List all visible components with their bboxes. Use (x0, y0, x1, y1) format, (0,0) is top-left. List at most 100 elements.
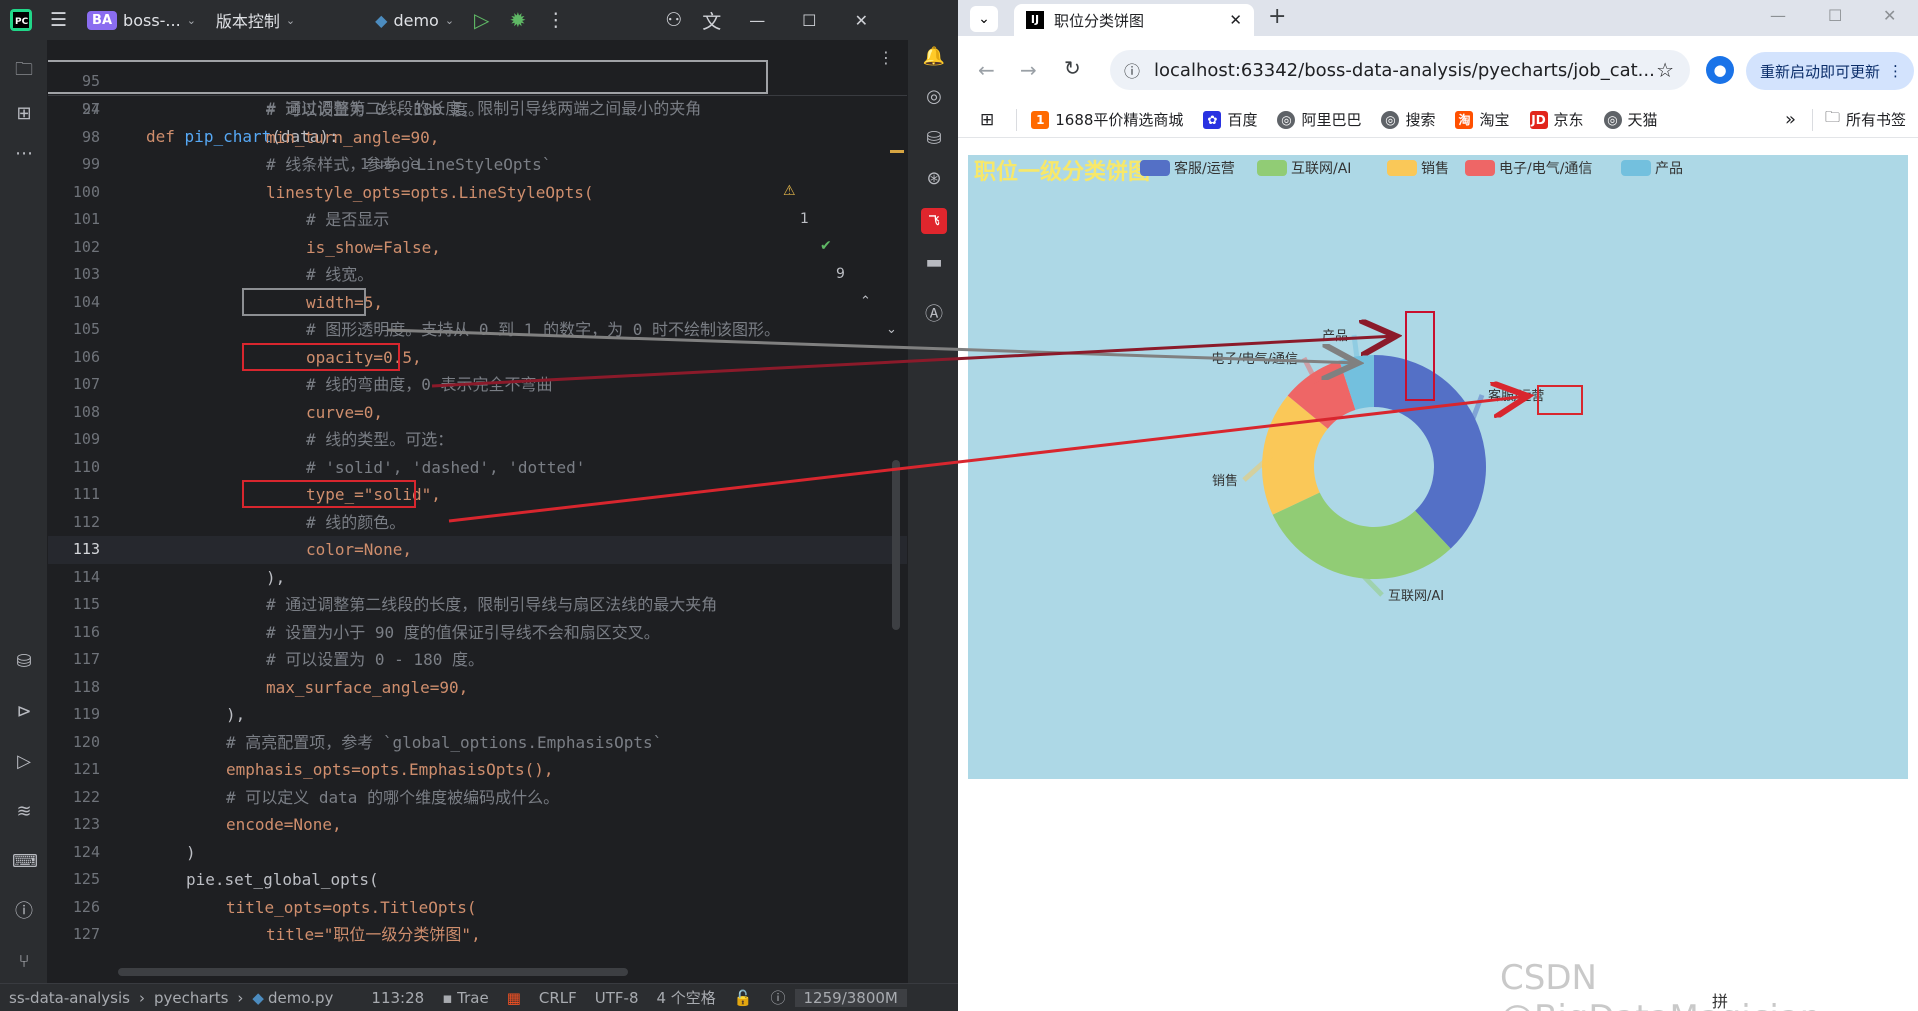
line-number: 103 (72, 265, 100, 283)
more-horizontal-icon[interactable]: ⋯ (12, 142, 36, 166)
layers-icon[interactable]: ≋ (12, 800, 36, 824)
ide-logo[interactable]: PC (0, 0, 40, 40)
info-icon[interactable]: ⓘ (762, 987, 795, 1008)
translate-button[interactable]: 文 (692, 0, 731, 40)
main-menu-button[interactable]: ☰ (40, 0, 77, 40)
translate-panel-icon[interactable]: Ⓐ (921, 302, 947, 328)
add-collaborator-button[interactable]: ⚇ (655, 0, 692, 40)
horizontal-scrollbar[interactable] (118, 968, 628, 976)
close-icon[interactable]: ✕ (1883, 6, 1896, 25)
run-config-selector[interactable]: ◆ demo ⌄ (365, 0, 464, 40)
legend-swatch[interactable] (1465, 160, 1495, 176)
reload-icon[interactable]: ↻ (1064, 56, 1081, 80)
bookmark-1688[interactable]: 1 1688平价精选商城 (1031, 109, 1183, 130)
code-line: 115 # 通过调整第二线段的长度，限制引导线与扇区法线的最大夹角 (48, 591, 907, 619)
bookmark-taobao[interactable]: 淘淘宝 (1455, 109, 1510, 130)
editor-more-icon[interactable]: ⋮ (878, 48, 894, 67)
code-text: ) (186, 842, 196, 862)
vcs-menu[interactable]: 版本控制 ⌄ (206, 0, 305, 40)
run-panel-icon[interactable]: ▷ (12, 750, 36, 774)
database-icon[interactable]: ⛁ (921, 126, 947, 152)
chevron-down-icon: ⌄ (186, 13, 196, 27)
folder-icon[interactable]: 🗀 (12, 58, 36, 82)
code-text: emphasis_opts=opts.EmphasisOpts(), (226, 760, 554, 779)
python-console-icon[interactable]: ⊛ (921, 166, 947, 192)
problems-icon[interactable]: ⓘ (12, 900, 36, 924)
chevron-double-right-icon[interactable]: » (1785, 109, 1796, 130)
terminal-icon[interactable]: ⌨ (12, 850, 38, 874)
forward-icon[interactable]: → (1020, 58, 1037, 82)
legend-swatch[interactable] (1257, 160, 1287, 176)
new-tab-icon[interactable]: + (1268, 4, 1286, 29)
project-name: boss-... (123, 10, 181, 30)
maximize-button[interactable]: ☐ (783, 0, 835, 40)
star-icon[interactable]: ☆ (1656, 58, 1674, 82)
maximize-icon[interactable]: ☐ (1828, 6, 1842, 25)
legend-label[interactable]: 电子/电气/通信 (1499, 161, 1592, 177)
breadcrumb-project[interactable]: ss-data-analysis (0, 989, 139, 1007)
ai-assistant-icon[interactable]: ◎ (921, 84, 947, 110)
legend-label[interactable]: 产品 (1655, 161, 1683, 177)
project-switcher[interactable]: BA boss-... ⌄ (77, 0, 206, 40)
legend-swatch[interactable] (1621, 160, 1651, 176)
structure-icon[interactable]: ⊞ (12, 102, 36, 126)
git-icon[interactable]: ⑂ (12, 950, 36, 974)
line-number: 120 (72, 732, 100, 751)
caret-position[interactable]: 113:28 (362, 989, 433, 1007)
bookmark-alibaba[interactable]: ◎ 阿里巴巴 (1277, 109, 1361, 130)
ime-indicator[interactable]: 拼 (1712, 988, 1728, 1011)
bookmark-search[interactable]: ◎ 搜索 (1381, 109, 1435, 130)
code-line: 100 linestyle_opts=opts.LineStyleOpts( (48, 179, 907, 207)
bookmark-jd[interactable]: JD 京东 (1529, 109, 1584, 130)
breadcrumb-file[interactable]: demo.py (266, 989, 342, 1007)
bookmark-tmall[interactable]: ◎ 天猫 (1603, 109, 1658, 130)
legend-label[interactable]: 销售 (1421, 161, 1449, 177)
editor-scrollbar[interactable] (892, 460, 900, 630)
file-encoding[interactable]: UTF-8 (586, 989, 648, 1007)
apps-icon[interactable]: ⊞ (980, 110, 994, 130)
bell-icon[interactable]: 🔔 (921, 44, 947, 70)
breadcrumb-folder[interactable]: pyecharts (145, 989, 237, 1007)
database-icon[interactable]: ⛁ (12, 650, 36, 674)
legend-label[interactable]: 客服/运营 (1174, 160, 1235, 177)
notes-icon[interactable]: ▬ (921, 250, 947, 276)
bookmark-label: 搜索 (1405, 111, 1436, 129)
tab-search-button[interactable]: ⌄ (970, 6, 998, 32)
minimize-button[interactable]: — (731, 0, 783, 40)
lock-icon[interactable]: 🔓 (725, 989, 762, 1007)
run-button[interactable]: ▷ (464, 0, 499, 40)
close-tab-icon[interactable]: ✕ (1229, 11, 1242, 29)
trae-indicator[interactable]: ▪ Trae (433, 989, 497, 1007)
legend-swatch[interactable] (1387, 160, 1417, 176)
browser-toolbar: ← → ↻ ⓘ localhost:63342/boss-data-analys… (958, 36, 1918, 108)
code-line: 123 encode=None, (48, 811, 907, 839)
minimize-icon[interactable]: — (1770, 6, 1786, 25)
feiyi-plugin-icon[interactable]: 飞 (921, 208, 947, 234)
services-icon[interactable]: ⊳ (12, 700, 36, 724)
code-text: linestyle_opts=opts.LineStyleOpts( (266, 182, 594, 202)
back-icon[interactable]: ← (978, 58, 995, 82)
more-actions-button[interactable]: ⋮ (536, 0, 575, 40)
close-button[interactable]: ✕ (835, 0, 887, 40)
line-separator[interactable]: CRLF (530, 989, 586, 1007)
windows-icon: ▦ (506, 988, 521, 1007)
site-info-icon[interactable]: ⓘ (1124, 58, 1140, 82)
legend-label[interactable]: 互联网/AI (1291, 161, 1351, 177)
all-bookmarks[interactable]: 🗀 所有书签 (1825, 107, 1906, 132)
memory-indicator[interactable]: 1259/3800M (794, 988, 907, 1007)
pie-slice[interactable] (1374, 355, 1486, 549)
debug-button[interactable]: ✹ (499, 0, 536, 40)
code-line: 113 color=None, (48, 536, 907, 564)
profile-avatar[interactable]: ● (1706, 56, 1734, 84)
address-bar[interactable]: ⓘ localhost:63342/boss-data-analysis/pye… (1110, 50, 1690, 90)
bookmark-baidu[interactable]: ✿ 百度 (1203, 109, 1257, 130)
code-editor[interactable]: 95 # 通过调整第二线段的长度，限制引导线两端之间最小的夹角 24 def p… (48, 40, 907, 983)
legend-swatch[interactable] (1140, 160, 1170, 176)
update-button[interactable]: 重新启动即可更新 ⋮ (1746, 52, 1914, 90)
indent-setting[interactable]: 4 个空格 (648, 987, 725, 1008)
pie-chart-canvas[interactable]: 职位一级分类饼图 客服/运营 互联网/AI 销售 电子/电气/通信 产品 客服/运营 互联网/… (968, 155, 1908, 779)
tab-active[interactable]: IJ 职位分类饼图 ✕ (1014, 4, 1254, 36)
opacity-line-box (242, 342, 400, 371)
code-text: # 'solid', 'dashed', 'dotted' (306, 457, 586, 477)
code-line: 105 # 图形透明度。支持从 0 到 1 的数字，为 0 时不绘制该图形。 (48, 316, 907, 344)
